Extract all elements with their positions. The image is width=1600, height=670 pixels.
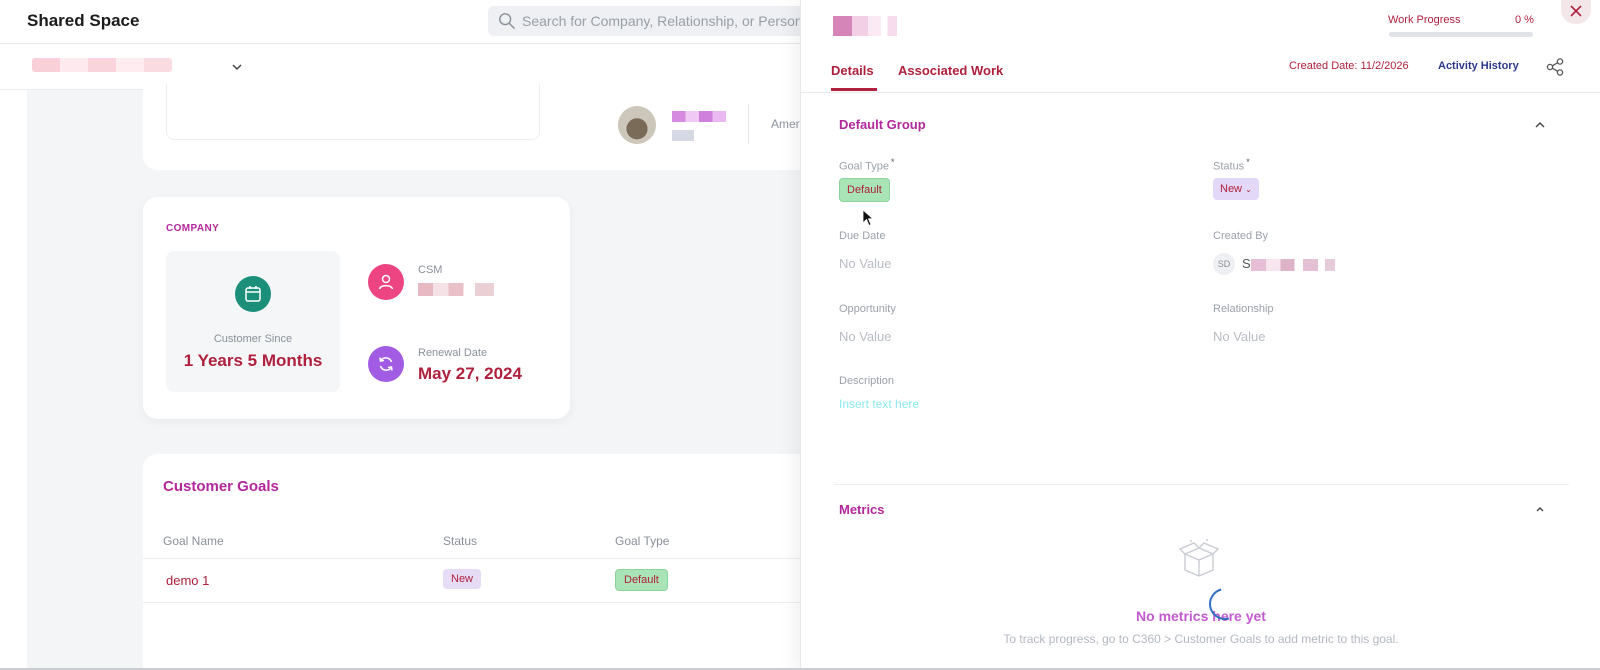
status-badge: New — [443, 569, 482, 589]
created-by-name: S — [1242, 256, 1251, 271]
created-date: Created Date: 11/2/2026 — [1289, 60, 1409, 72]
goal-type-badge[interactable]: Default — [839, 178, 890, 202]
csm-icon-badge — [368, 264, 404, 300]
chevron-down-icon: ⌄ — [1245, 185, 1252, 194]
work-progress-value: 0 % — [1515, 14, 1534, 26]
column-header-goal-type[interactable]: Goal Type — [615, 534, 669, 548]
status-label: Status * — [1213, 157, 1250, 173]
description-input[interactable]: Insert text here — [839, 397, 919, 411]
company-name-redacted[interactable] — [32, 58, 172, 72]
search-placeholder[interactable]: Search for Company, Relationship, or Per… — [522, 13, 803, 29]
customer-since-box: Customer Since 1 Years 5 Months — [166, 251, 340, 392]
region-text: Amer — [771, 117, 800, 131]
goal-details-drawer: Work Progress 0 % Details Associated Wor… — [800, 0, 1600, 670]
empty-box-icon — [1178, 539, 1220, 577]
opportunity-label: Opportunity — [839, 303, 896, 315]
renewal-date-label: Renewal Date — [418, 347, 488, 359]
relationship-label: Relationship — [1213, 303, 1274, 315]
work-progress-bar — [1389, 32, 1533, 37]
calendar-icon — [245, 286, 261, 302]
chevron-down-icon[interactable] — [230, 60, 244, 74]
chevron-up-icon[interactable] — [1534, 119, 1546, 131]
global-search[interactable]: Search for Company, Relationship, or Per… — [488, 6, 828, 36]
goal-name-link[interactable]: demo 1 — [166, 573, 209, 588]
customer-since-label: Customer Since — [213, 333, 293, 345]
activity-history-link[interactable]: Activity History — [1438, 60, 1519, 72]
created-by-label: Created By — [1213, 230, 1269, 242]
active-tab-indicator — [831, 88, 877, 91]
csm-label: CSM — [418, 264, 443, 276]
empty-state-title: No metrics here yet — [1136, 608, 1266, 624]
relationship-value[interactable]: No Value — [1213, 329, 1266, 344]
refresh-icon — [379, 357, 393, 371]
customer-since-value: 1 Years 5 Months — [183, 351, 323, 370]
table-divider — [143, 558, 813, 559]
close-icon — [1570, 5, 1582, 17]
due-date-label: Due Date — [839, 230, 886, 242]
overview-inner-box — [166, 84, 540, 140]
close-drawer-button[interactable] — [1561, 0, 1591, 24]
renewal-icon-badge — [368, 346, 404, 382]
status-dropdown[interactable]: New ⌄ — [1213, 178, 1259, 200]
search-icon — [499, 13, 515, 29]
column-header-goal-name[interactable]: Goal Name — [163, 534, 224, 548]
column-header-status[interactable]: Status — [443, 534, 477, 548]
goal-type-badge: Default — [615, 569, 668, 591]
goal-title-redacted — [833, 16, 897, 36]
csm-name-redacted — [418, 283, 494, 296]
left-gutter — [0, 90, 27, 670]
overview-card: Amer — [143, 84, 813, 170]
customer-goals-card: Customer Goals Goal Name Status Goal Typ… — [143, 454, 813, 670]
goal-type-label: Goal Type * — [839, 157, 895, 173]
description-label: Description — [839, 375, 895, 387]
empty-state-subtitle: To track progress, go to C360 > Customer… — [1003, 632, 1399, 646]
metrics-title: Metrics — [839, 502, 885, 517]
work-progress-label: Work Progress — [1388, 14, 1461, 26]
renewal-date-value: May 27, 2024 — [418, 364, 522, 383]
contact-avatar — [618, 106, 656, 144]
contact-name-redacted — [672, 111, 726, 122]
company-section-label: COMPANY — [166, 223, 220, 234]
calendar-icon-badge — [235, 276, 271, 312]
user-icon — [378, 274, 394, 290]
customer-goals-title: Customer Goals — [163, 478, 279, 495]
mouse-cursor-icon — [862, 209, 874, 227]
avatar: SD — [1213, 253, 1235, 275]
tab-associated-work[interactable]: Associated Work — [898, 63, 1003, 78]
section-divider — [834, 484, 1569, 485]
tabs-divider — [801, 92, 1600, 93]
divider — [748, 104, 749, 144]
contact-role-redacted — [672, 130, 694, 141]
company-card: COMPANY Customer Since 1 Years 5 Months … — [143, 197, 570, 419]
created-by-name-redacted — [1251, 259, 1335, 271]
due-date-value[interactable]: No Value — [839, 256, 892, 271]
app-title: Shared Space — [27, 11, 140, 30]
table-divider — [143, 602, 813, 603]
chevron-up-icon[interactable] — [1534, 504, 1546, 516]
share-icon[interactable] — [1545, 57, 1565, 77]
default-group-title: Default Group — [839, 117, 926, 132]
tab-details[interactable]: Details — [831, 63, 874, 78]
opportunity-value[interactable]: No Value — [839, 329, 892, 344]
